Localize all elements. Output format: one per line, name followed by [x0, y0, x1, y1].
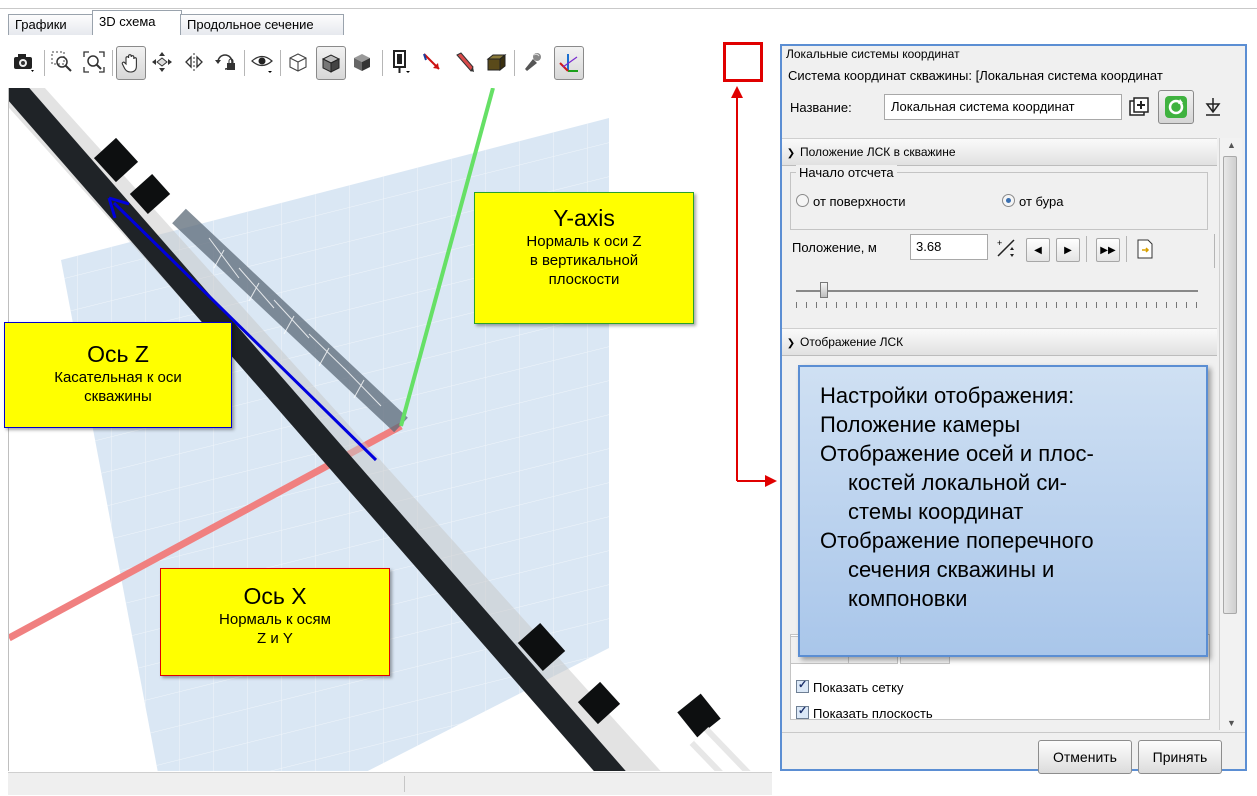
refresh-button[interactable]: [1158, 90, 1194, 124]
radio-surface-circle[interactable]: [796, 194, 809, 207]
callout-y-axis: Y-axis Нормаль к оси Z в вертикальной пл…: [474, 192, 694, 324]
checkbox-show-grid[interactable]: Показать сетку: [796, 678, 904, 695]
refresh-icon: [1165, 96, 1187, 118]
callout-z-axis: Ось Z Касательная к оси скважины: [4, 322, 232, 428]
origin-group-label: Начало отсчета: [796, 165, 897, 180]
callout-y-line1: Нормаль к оси Z: [526, 233, 642, 250]
callout-y-title: Y-axis: [553, 205, 615, 231]
callout-z-title: Ось Z: [87, 341, 149, 367]
status-divider: [404, 776, 405, 792]
radio-from-bit[interactable]: от бура: [1002, 194, 1063, 209]
name-label: Название:: [790, 100, 852, 115]
move-axes-icon[interactable]: [148, 46, 176, 78]
position-slider-thumb[interactable]: [820, 282, 829, 298]
checkbox-grid-box[interactable]: [796, 678, 809, 693]
tab-graphs[interactable]: Графики: [8, 14, 96, 35]
info-line: костей локальной си-: [848, 470, 1067, 495]
add-copy-icon[interactable]: [1128, 96, 1150, 118]
checkbox-grid-label: Показать сетку: [813, 680, 904, 695]
section-lcs-display-title: Отображение ЛСК: [800, 335, 904, 349]
pencil-icon[interactable]: [450, 46, 478, 78]
callout-y-line3: плоскости: [548, 271, 620, 288]
scroll-up-icon[interactable]: ▲: [1227, 140, 1236, 150]
tab-3d-scheme[interactable]: 3D схема: [92, 10, 182, 35]
shaded-cube-icon[interactable]: [316, 46, 346, 80]
chevron-down-icon: ❯: [786, 338, 796, 349]
info-line: сечения скважины и: [848, 557, 1055, 582]
anchor-icon[interactable]: [1202, 96, 1224, 118]
step-forward-button[interactable]: ▶: [1056, 238, 1080, 262]
name-input[interactable]: Локальная система координат: [884, 94, 1122, 120]
display-settings-info-box: Настройки отображения: Положение камеры …: [798, 365, 1208, 657]
scroll-thumb[interactable]: [1223, 156, 1237, 614]
step-precision-icon[interactable]: +: [994, 236, 1018, 260]
status-bar: [8, 772, 772, 795]
position-label: Положение, м: [792, 240, 877, 255]
callout-x-line1: Нормаль к осям: [219, 611, 331, 628]
zoom-fit-icon[interactable]: [80, 46, 108, 78]
checkbox-show-plane[interactable]: Показать плоскость: [796, 704, 933, 721]
checkbox-plane-box[interactable]: [796, 704, 809, 719]
position-input[interactable]: 3.68: [910, 234, 988, 260]
wireframe-cube-icon[interactable]: [284, 46, 312, 78]
info-line: Отображение поперечного: [820, 528, 1094, 553]
info-line: Настройки отображения:: [820, 383, 1075, 408]
callout-z-line2: скважины: [84, 388, 152, 405]
local-coordinate-system-icon[interactable]: [554, 46, 584, 80]
slider-ticks: [796, 302, 1198, 308]
scene-3d: [9, 88, 751, 771]
3d-viewport[interactable]: [8, 88, 773, 771]
light-icon[interactable]: [518, 46, 546, 78]
fast-forward-button[interactable]: ▶▶: [1096, 238, 1120, 262]
view-eye-icon[interactable]: [248, 46, 276, 78]
tab-bar: Графики 3D схема Продольное сечение: [0, 0, 1257, 36]
cancel-button[interactable]: Отменить: [1038, 740, 1132, 774]
tab-longitudinal-section[interactable]: Продольное сечение: [180, 14, 344, 35]
callout-x-line2: Z и Y: [257, 630, 293, 647]
rotate-icon[interactable]: [180, 46, 208, 78]
rotate-lock-icon[interactable]: [212, 46, 240, 78]
highlight-connector-arrow: [731, 86, 777, 487]
axis-direction-icon[interactable]: [418, 46, 446, 78]
solid-cube-icon[interactable]: [348, 46, 376, 78]
lcs-button-highlight: [723, 42, 763, 82]
section-lcs-position-title: Положение ЛСК в скважине: [800, 145, 956, 159]
panel-title: Локальные системы координат: [786, 47, 960, 61]
radio-from-surface[interactable]: от поверхности: [796, 194, 905, 209]
toolbar: [8, 46, 773, 86]
accept-button[interactable]: Принять: [1138, 740, 1222, 774]
callout-z-line1: Касательная к оси: [54, 369, 182, 386]
callout-x-title: Ось X: [243, 583, 307, 609]
zoom-region-icon[interactable]: [48, 46, 76, 78]
section-lcs-position[interactable]: ❯ Положение ЛСК в скважине: [782, 138, 1217, 166]
section-lcs-display[interactable]: ❯ Отображение ЛСК: [782, 328, 1217, 356]
box-icon[interactable]: [482, 46, 510, 78]
well-tool-icon[interactable]: [386, 46, 414, 78]
pan-hand-icon[interactable]: [116, 46, 146, 80]
scroll-down-icon[interactable]: ▼: [1227, 718, 1236, 728]
info-line: Положение камеры: [820, 412, 1021, 437]
info-line: стемы координат: [848, 499, 1024, 524]
position-slider-track[interactable]: [796, 290, 1198, 292]
svg-text:+: +: [997, 238, 1002, 248]
system-label: Система координат скважины: [Локальная с…: [788, 68, 1163, 83]
radio-surface-label: от поверхности: [813, 194, 906, 209]
info-line: Отображение осей и плос-: [820, 441, 1094, 466]
export-icon[interactable]: [1134, 238, 1156, 260]
callout-y-line2: в вертикальной: [529, 252, 639, 269]
chevron-down-icon: ❯: [786, 148, 796, 159]
step-back-button[interactable]: ◀: [1026, 238, 1050, 262]
radio-bit-circle[interactable]: [1002, 194, 1015, 207]
radio-bit-label: от бура: [1019, 194, 1064, 209]
checkbox-plane-label: Показать плоскость: [813, 706, 933, 721]
info-line: компоновки: [848, 586, 968, 611]
panel-scrollbar[interactable]: ▲ ▼: [1219, 138, 1242, 730]
camera-icon[interactable]: [10, 46, 38, 78]
callout-x-axis: Ось X Нормаль к осям Z и Y: [160, 568, 390, 676]
